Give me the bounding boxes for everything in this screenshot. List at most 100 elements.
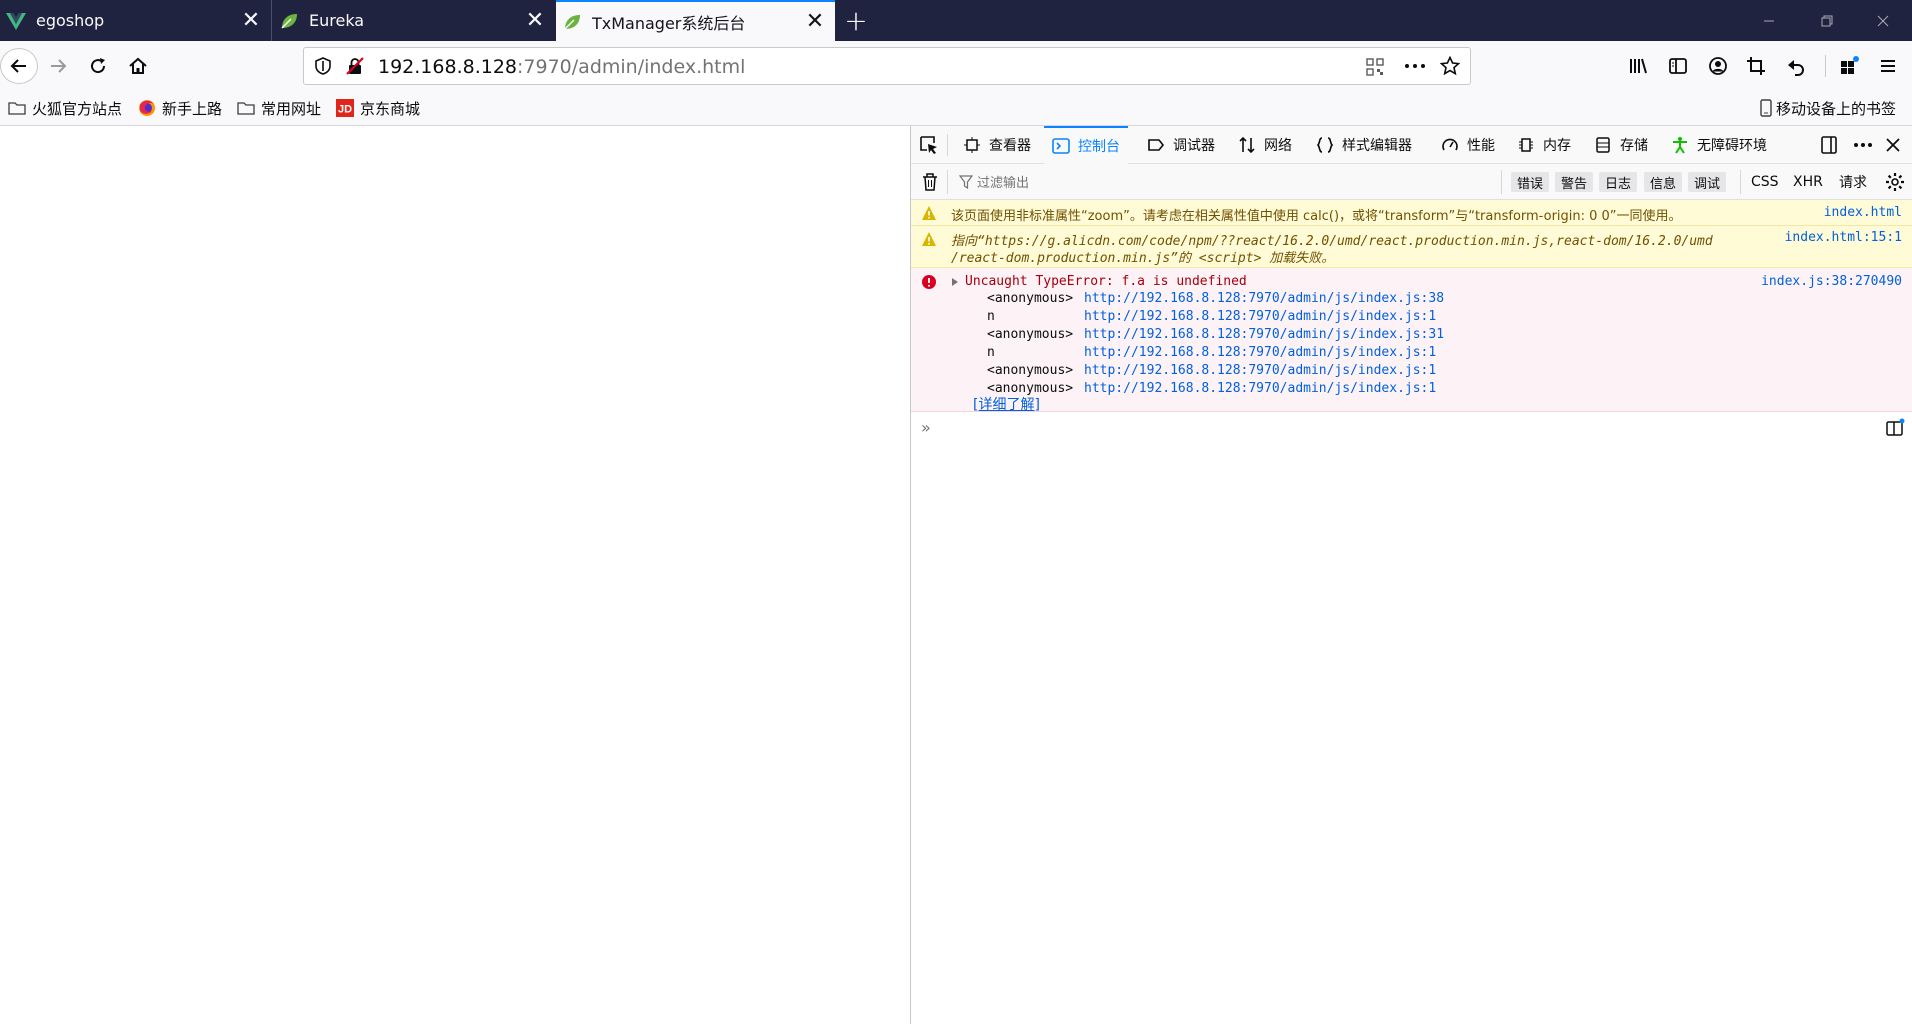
console-input[interactable] <box>945 416 1845 438</box>
tab-performance[interactable]: 性能 <box>1441 126 1495 164</box>
tab-console[interactable]: 控制台 <box>1044 126 1128 164</box>
stack-url-link[interactable]: http://192.168.8.128:7970/admin/js/index… <box>1084 345 1436 360</box>
gear-icon[interactable] <box>1885 172 1905 192</box>
tab-eureka[interactable]: Eureka ✕ <box>273 0 555 41</box>
url-text[interactable]: 192.168.8.128:7970/admin/index.html <box>378 56 745 78</box>
reload-button[interactable] <box>80 48 116 84</box>
dock-side-icon[interactable] <box>1819 135 1839 155</box>
filter-output-input[interactable]: 过滤输出 <box>959 172 1029 191</box>
tab-title: Eureka <box>309 11 365 30</box>
sidebar-icon <box>1669 58 1687 74</box>
console-warning-message[interactable]: 指向“https://g.alicdn.com/code/npm/??react… <box>911 226 1912 268</box>
restore-button[interactable] <box>1798 0 1856 41</box>
page-content[interactable] <box>0 126 910 1024</box>
stack-frame: <anonymous> http://192.168.8.128:7970/adm… <box>987 327 1444 342</box>
console-error-message[interactable]: Uncaught TypeError: f.a is undefined ind… <box>911 268 1912 414</box>
star-icon[interactable] <box>1440 56 1460 76</box>
element-picker-icon[interactable] <box>919 135 939 155</box>
bookmark-item[interactable]: 常用网址 <box>237 96 321 120</box>
bookmark-item[interactable]: 新手上路 <box>138 96 222 120</box>
screenshot-button[interactable] <box>1738 48 1774 84</box>
back-button[interactable] <box>0 48 38 84</box>
filter-label: 请求 <box>1839 175 1867 191</box>
more-options-icon[interactable] <box>1853 135 1873 155</box>
tab-txmanager[interactable]: TxManager系统后台 ✕ <box>556 0 835 41</box>
filter-funnel-icon <box>959 174 973 189</box>
more-actions-icon[interactable] <box>1404 62 1426 70</box>
tab-memory[interactable]: 内存 <box>1517 126 1571 164</box>
filter-label: 调试 <box>1694 176 1721 192</box>
sidebar-button[interactable] <box>1660 48 1696 84</box>
stack-url-link[interactable]: http://192.168.8.128:7970/admin/js/index… <box>1084 363 1436 378</box>
debugger-icon <box>1148 139 1165 151</box>
tab-egoshop[interactable]: egoshop ✕ <box>0 0 272 41</box>
toolbar-divider <box>1825 55 1826 77</box>
console-warning-message[interactable]: 该页面使用非标准属性“zoom”。请考虑在相关属性值中使用 calc()，或将“… <box>911 200 1912 226</box>
filter-css-button[interactable]: CSS <box>1751 172 1779 192</box>
stack-frame: <anonymous> http://192.168.8.128:7970/adm… <box>987 363 1436 378</box>
extensions-button[interactable] <box>1832 48 1868 84</box>
tab-title: egoshop <box>36 11 105 30</box>
tab-storage[interactable]: 存储 <box>1594 126 1648 164</box>
tab-label: 控制台 <box>1078 139 1120 155</box>
bookmark-label: 京东商城 <box>360 99 421 118</box>
account-button[interactable] <box>1700 48 1736 84</box>
close-window-button[interactable] <box>1854 0 1912 41</box>
bookmark-item[interactable]: 火狐官方站点 <box>8 96 122 120</box>
gauge-icon <box>1442 138 1458 151</box>
tab-label: 调试器 <box>1173 138 1215 154</box>
filter-errors-button[interactable]: 错误 <box>1511 172 1550 192</box>
forward-button[interactable] <box>40 48 76 84</box>
stack-frame: <anonymous> http://192.168.8.128:7970/adm… <box>987 381 1436 396</box>
stack-frame: n http://192.168.8.128:7970/admin/js/inde… <box>987 345 1436 360</box>
tab-network[interactable]: 网络 <box>1238 126 1292 164</box>
insecure-lock-icon[interactable] <box>346 57 364 75</box>
home-button[interactable] <box>120 48 156 84</box>
filter-warnings-button[interactable]: 警告 <box>1555 172 1594 192</box>
stack-url-link[interactable]: http://192.168.8.128:7970/admin/js/index… <box>1084 327 1444 342</box>
trash-icon[interactable] <box>921 172 939 192</box>
extensions-icon <box>1841 56 1859 74</box>
tab-inspector[interactable]: 查看器 <box>963 126 1031 164</box>
qr-code-icon[interactable] <box>1366 58 1384 76</box>
message-source-link[interactable]: index.html <box>1824 205 1902 220</box>
editor-mode-icon[interactable] <box>1885 418 1905 438</box>
filter-logs-button[interactable]: 日志 <box>1599 172 1638 192</box>
tab-label: 性能 <box>1467 138 1495 154</box>
filter-xhr-button[interactable]: XHR <box>1793 172 1823 192</box>
folder-icon <box>8 102 26 115</box>
tab-debugger[interactable]: 调试器 <box>1147 126 1215 164</box>
mobile-device-icon <box>1760 99 1772 117</box>
stack-url-link[interactable]: http://192.168.8.128:7970/admin/js/index… <box>1084 291 1444 306</box>
undo-close-tab-button[interactable] <box>1778 48 1814 84</box>
filter-debug-button[interactable]: 调试 <box>1688 172 1727 192</box>
crop-icon <box>1747 57 1765 75</box>
menu-button[interactable] <box>1870 48 1906 84</box>
filter-requests-button[interactable]: 请求 <box>1839 172 1867 192</box>
close-tab-icon[interactable]: ✕ <box>231 0 271 41</box>
learn-more-link[interactable]: [详细了解] <box>973 394 1040 414</box>
new-tab-button[interactable]: + <box>835 0 877 41</box>
shield-icon[interactable] <box>314 57 332 75</box>
stack-url-link[interactable]: http://192.168.8.128:7970/admin/js/index… <box>1084 381 1436 396</box>
bookmark-item[interactable]: JD 京东商城 <box>336 96 420 120</box>
expand-arrow-icon[interactable] <box>951 277 959 287</box>
close-icon[interactable] <box>1883 135 1903 155</box>
minimize-button[interactable] <box>1740 0 1798 41</box>
message-source-link[interactable]: index.js:38:270490 <box>1761 274 1902 289</box>
url-bar[interactable]: 192.168.8.128:7970/admin/index.html <box>303 47 1471 85</box>
filter-info-button[interactable]: 信息 <box>1644 172 1683 192</box>
inspector-icon <box>964 137 980 153</box>
close-tab-icon[interactable]: ✕ <box>795 1 835 42</box>
close-tab-icon[interactable]: ✕ <box>515 0 555 41</box>
stack-url-link[interactable]: http://192.168.8.128:7970/admin/js/index… <box>1084 309 1436 324</box>
mobile-bookmarks[interactable]: 移动设备上的书签 <box>1760 96 1896 120</box>
library-icon <box>1630 58 1647 74</box>
message-source-link[interactable]: index.html:15:1 <box>1785 230 1902 245</box>
accessibility-icon <box>1673 137 1687 154</box>
console-prompt: » <box>921 418 931 437</box>
tab-accessibility[interactable]: 无障碍环境 <box>1671 126 1767 164</box>
tab-style-editor[interactable]: 样式编辑器 <box>1316 126 1412 164</box>
library-button[interactable] <box>1620 48 1656 84</box>
bookmarks-toolbar: 火狐官方站点 新手上路 常用网址 JD 京东商城 移动设备上的书签 <box>0 91 1912 126</box>
